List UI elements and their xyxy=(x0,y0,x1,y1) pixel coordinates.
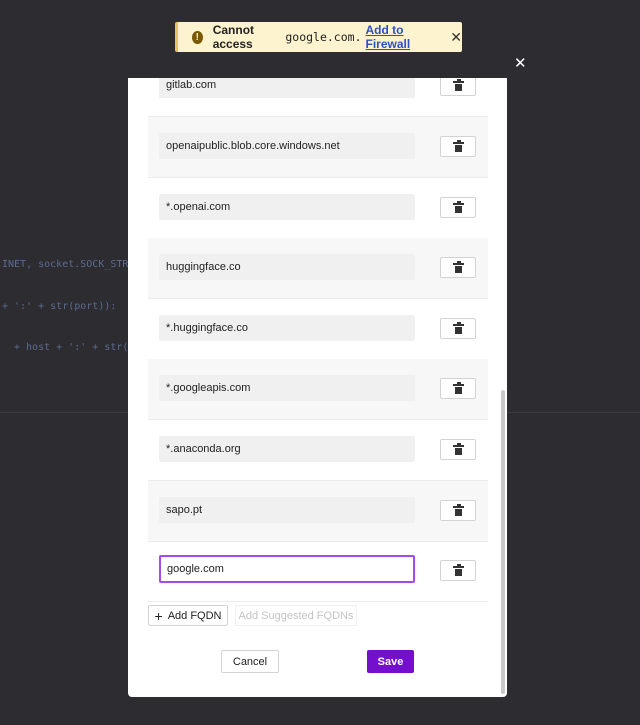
fqdn-row: gitlab.com xyxy=(148,78,488,117)
fqdn-input[interactable]: gitlab.com xyxy=(159,78,415,98)
fqdn-row: *.openai.com xyxy=(148,178,488,239)
close-icon[interactable]: ✕ xyxy=(450,29,462,46)
delete-button[interactable] xyxy=(440,560,476,581)
trash-icon xyxy=(452,139,464,152)
trash-icon xyxy=(452,78,464,91)
add-to-firewall-link[interactable]: Add to Firewall xyxy=(366,23,437,51)
firewall-toast: ! Cannot access google.com. Add to Firew… xyxy=(175,22,462,52)
fqdn-input[interactable]: openaipublic.blob.core.windows.net xyxy=(159,133,415,159)
delete-button[interactable] xyxy=(440,78,476,96)
fqdn-row: *.googleapis.com xyxy=(148,359,488,420)
fqdn-input[interactable]: *.openai.com xyxy=(159,194,415,220)
delete-button[interactable] xyxy=(440,197,476,218)
warning-icon: ! xyxy=(192,30,203,44)
save-button[interactable]: Save xyxy=(367,650,414,673)
fqdn-row: *.anaconda.org xyxy=(148,420,488,481)
delete-button[interactable] xyxy=(440,500,476,521)
trash-icon xyxy=(452,563,464,576)
delete-button[interactable] xyxy=(440,318,476,339)
trash-icon xyxy=(452,200,464,213)
code-line: + host + ':' + str( xyxy=(14,342,129,353)
fqdn-row: *.huggingface.co xyxy=(148,299,488,360)
fqdn-input[interactable]: *.anaconda.org xyxy=(159,436,415,462)
trash-icon xyxy=(452,381,464,394)
delete-button[interactable] xyxy=(440,439,476,460)
code-line: + ':' + str(port)): xyxy=(2,301,117,312)
trash-icon xyxy=(452,442,464,455)
toast-domain: google.com. xyxy=(285,30,362,44)
fqdn-row: huggingface.co xyxy=(148,238,488,299)
fqdn-row: openaipublic.blob.core.windows.net xyxy=(148,117,488,178)
fqdn-input[interactable]: huggingface.co xyxy=(159,254,415,280)
toast-message: Cannot access xyxy=(212,23,255,51)
fqdn-dialog: gitlab.com openaipublic.blob.core.window… xyxy=(128,78,507,697)
code-line: INET, socket.SOCK_STR xyxy=(2,259,129,270)
delete-button[interactable] xyxy=(440,378,476,399)
trash-icon xyxy=(452,260,464,273)
delete-button[interactable] xyxy=(440,136,476,157)
fqdn-input[interactable]: *.googleapis.com xyxy=(159,375,415,401)
delete-button[interactable] xyxy=(440,257,476,278)
scrollbar[interactable] xyxy=(501,390,505,694)
add-suggested-fqdns-button[interactable]: Add Suggested FQDNs xyxy=(235,605,357,626)
trash-icon xyxy=(452,321,464,334)
add-fqdn-button[interactable]: + Add FQDN xyxy=(148,605,228,626)
fqdn-row: sapo.pt xyxy=(148,481,488,542)
fqdn-input-focused[interactable]: google.com xyxy=(159,555,415,583)
fqdn-input[interactable]: *.huggingface.co xyxy=(159,315,415,341)
cancel-button[interactable]: Cancel xyxy=(221,650,279,673)
fqdn-row: google.com xyxy=(148,541,488,602)
add-fqdn-label: Add FQDN xyxy=(167,609,222,622)
trash-icon xyxy=(452,503,464,516)
modal-close-icon[interactable]: ✕ xyxy=(514,54,527,72)
fqdn-input[interactable]: sapo.pt xyxy=(159,497,415,523)
plus-icon: + xyxy=(154,607,163,624)
